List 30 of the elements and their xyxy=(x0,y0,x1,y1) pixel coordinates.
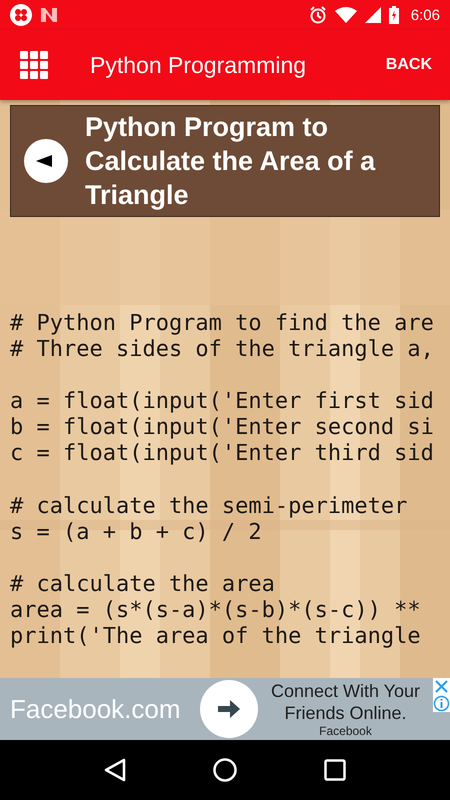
close-icon[interactable] xyxy=(433,678,450,695)
code-line: # Python Program to find the are xyxy=(10,311,435,338)
code-line: # Three sides of the triangle a, xyxy=(10,337,435,364)
ad-brand: Facebook.com xyxy=(10,694,182,724)
clock-time: 6:06 xyxy=(410,6,440,24)
ad-banner[interactable]: Facebook.com Connect With Your Friends Online. Facebook xyxy=(0,678,450,740)
code-line: a = float(input('Enter first sid xyxy=(10,389,435,416)
code-line: c = float(input('Enter third sid xyxy=(10,441,435,468)
code-line: # calculate the semi-perimeter xyxy=(10,494,408,520)
signal-icon xyxy=(364,7,381,23)
info-icon[interactable] xyxy=(433,695,450,712)
recents-icon[interactable] xyxy=(324,759,346,781)
alarm-icon xyxy=(308,6,327,24)
code-line: s = (a + b + c) / 2 xyxy=(10,520,263,546)
back-nav-icon[interactable] xyxy=(104,758,126,782)
back-button[interactable]: BACK xyxy=(386,56,432,74)
wifi-icon xyxy=(334,7,357,23)
code-line: b = float(input('Enter second si xyxy=(10,415,435,442)
code-line: area = (s*(s-a)*(s-b)*(s-c)) ** xyxy=(10,598,422,624)
notification-icon xyxy=(40,7,58,23)
app-title: Python Programming xyxy=(90,52,308,78)
home-icon[interactable] xyxy=(212,758,237,782)
app-logo-icon xyxy=(10,4,32,26)
grid-menu-icon[interactable] xyxy=(20,51,48,79)
code-line: print('The area of the triangle xyxy=(10,624,422,650)
code-line: # calculate the area xyxy=(10,572,276,598)
ad-advertiser: Facebook xyxy=(319,724,372,738)
battery-icon xyxy=(388,6,399,24)
ad-headline: Connect With Your Friends Online. xyxy=(270,680,422,724)
header-title: Python Program to Calculate the Area of a Triangle xyxy=(85,111,376,212)
